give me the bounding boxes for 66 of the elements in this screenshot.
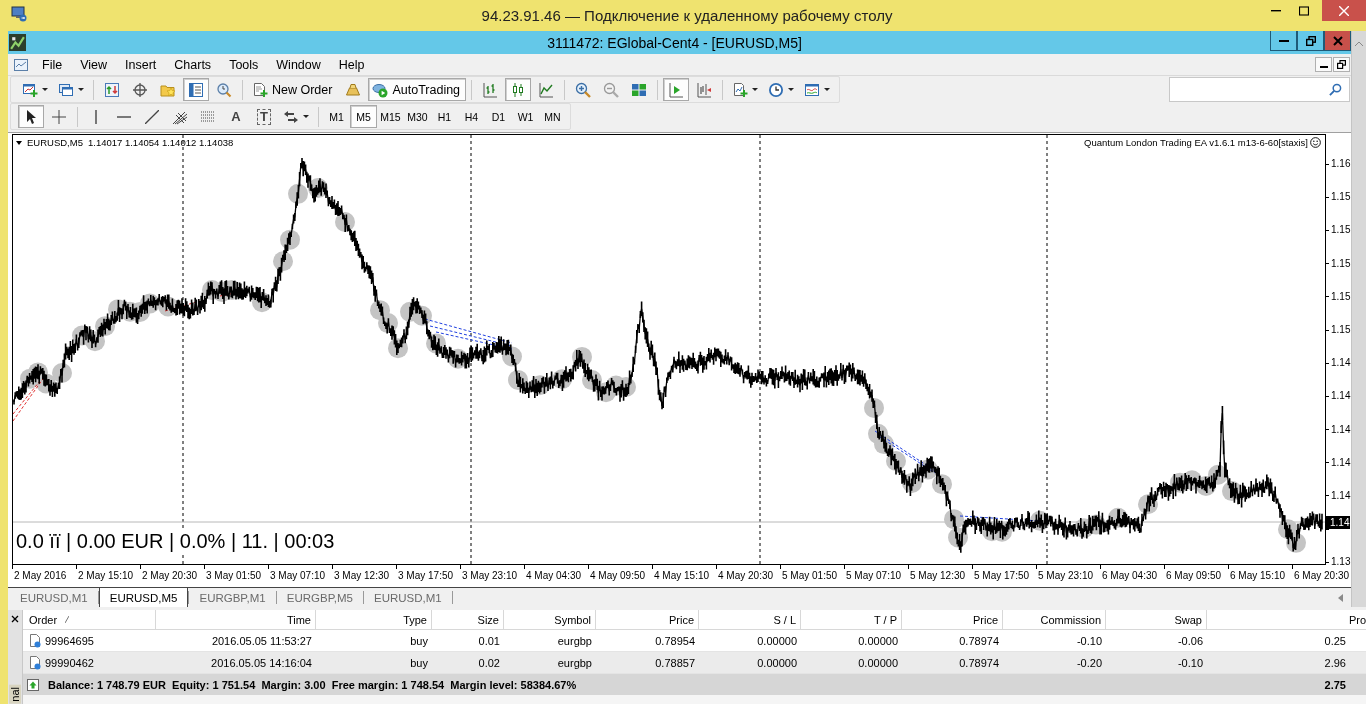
time-label: 6 May 20:30 <box>1293 569 1350 581</box>
time-label: 6 May 15:10 <box>1229 569 1286 581</box>
time-label: 5 May 23:10 <box>1037 569 1094 581</box>
time-label: 5 May 12:30 <box>909 569 966 581</box>
table-cell: 0.00000 <box>858 656 898 669</box>
time-label: 5 May 07:10 <box>845 569 902 581</box>
price-label: 1.14 <box>1330 357 1351 369</box>
time-label: 4 May 20:30 <box>717 569 774 581</box>
table-cell: -0.20 <box>1076 656 1102 669</box>
table-cell: 0.01 <box>478 634 500 647</box>
time-label: 5 May 01:50 <box>781 569 838 581</box>
table-cell: -0.10 <box>1177 656 1203 669</box>
table-cell: 99990462 <box>45 656 94 669</box>
time-label: 6 May 04:30 <box>1101 569 1158 581</box>
balance-summary: Balance: 1 748.79 EUR Equity: 1 751.54 Margin: 3.00 Free margin: 1 748.54 Margin level: 58384.67% <box>48 678 577 691</box>
price-label: 1.14 <box>1330 456 1351 468</box>
table-cell: 0.25 <box>1324 634 1346 647</box>
table-cell: buy <box>410 634 428 647</box>
price-label: 1.16 <box>1330 158 1351 170</box>
table-cell: eurgbp <box>557 634 592 647</box>
chart-symbol: EURUSD,M5 <box>27 137 83 148</box>
time-label: 5 May 17:50 <box>973 569 1030 581</box>
price-label: 1.13 <box>1330 556 1351 568</box>
time-label: 2 May 15:10 <box>77 569 134 581</box>
price-label: 1.14 <box>1330 423 1351 435</box>
table-cell: -0.10 <box>1076 634 1102 647</box>
time-label: 2 May 20:30 <box>141 569 198 581</box>
expert-name: Quantum London Trading EA v1.6.1 m13-6-60[staxis] <box>1084 137 1308 148</box>
time-label: 4 May 09:50 <box>589 569 646 581</box>
table-cell: 0.78974 <box>959 634 999 647</box>
time-label: 6 May 09:50 <box>1165 569 1222 581</box>
table-cell: 0.78857 <box>655 656 695 669</box>
price-label: 1.15 <box>1330 324 1351 336</box>
time-label: 3 May 12:30 <box>333 569 390 581</box>
time-label: 3 May 01:50 <box>205 569 262 581</box>
window-title: 94.23.91.46 — Подключение к удаленному рабочему столу <box>480 6 893 26</box>
profit-total: 2.75 <box>1324 678 1347 691</box>
price-label: 1.15 <box>1330 290 1351 302</box>
price-label: 1.14 <box>1330 390 1351 402</box>
table-cell: -0.06 <box>1177 634 1203 647</box>
table-cell: eurgbp <box>557 656 592 669</box>
time-label: 2 May 2016 <box>13 569 67 581</box>
table-cell: buy <box>410 656 428 669</box>
table-cell: 0.78954 <box>655 634 695 647</box>
price-label: 1.15 <box>1330 224 1351 236</box>
price-label: 1.15 <box>1330 257 1351 269</box>
price-label: 1.14 <box>1330 489 1351 501</box>
table-cell: 0.02 <box>478 656 500 669</box>
current-price-label: 1.14 <box>1326 516 1351 530</box>
panel-label: nal <box>9 685 21 704</box>
table-cell: 0.78974 <box>959 656 999 669</box>
time-label: 4 May 15:10 <box>653 569 710 581</box>
table-cell: 0.00000 <box>757 634 797 647</box>
time-label: 3 May 07:10 <box>269 569 326 581</box>
time-label: 3 May 23:10 <box>461 569 518 581</box>
ohlc-values: 1.14017 1.14054 1.14012 1.14038 <box>87 137 234 148</box>
table-cell: 0.00000 <box>757 656 797 669</box>
table-cell: 0.00000 <box>858 634 898 647</box>
window-title: 3111472: EGlobal-Cent4 - [EURUSD,M5] <box>547 34 803 51</box>
table-cell: 2016.05.05 14:16:04 <box>211 656 312 669</box>
price-label: 1.15 <box>1330 191 1351 203</box>
table-cell: 2.96 <box>1324 656 1346 669</box>
time-label: 4 May 04:30 <box>525 569 582 581</box>
table-cell: 99964695 <box>45 634 94 647</box>
table-cell: 2016.05.05 11:53:27 <box>211 634 312 647</box>
time-label: 3 May 17:50 <box>397 569 454 581</box>
